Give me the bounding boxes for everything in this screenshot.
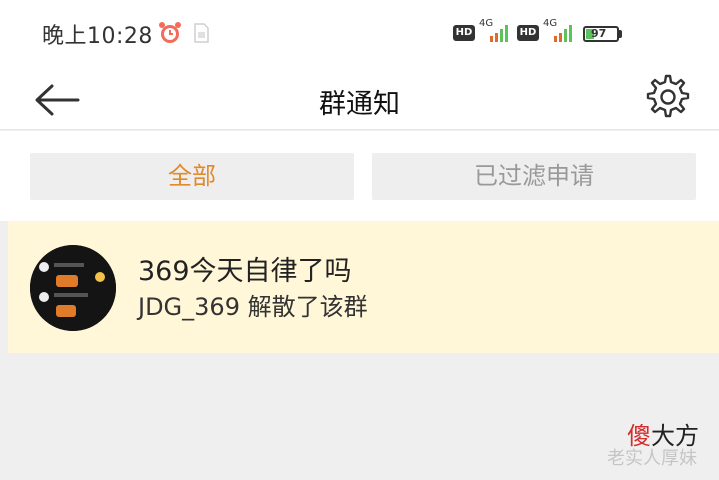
- status-bar: 晚上10:28 HD 4G HD 4G 97: [0, 0, 719, 70]
- group-name: 369今天自律了吗: [138, 256, 352, 287]
- battery-level: 97: [591, 27, 607, 40]
- avatar: [30, 245, 116, 331]
- page-title: 群通知: [319, 89, 400, 120]
- tab-all[interactable]: 全部: [30, 153, 354, 200]
- list-item[interactable]: 369今天自律了吗 JDG_369 解散了该群: [8, 221, 719, 353]
- battery-icon: 97: [583, 26, 619, 42]
- filter-bar: 全部 已过滤申请: [0, 131, 719, 221]
- status-time: 晚上10:28: [42, 24, 153, 49]
- tab-filtered-requests[interactable]: 已过滤申请: [372, 153, 696, 200]
- battery-tip: [619, 30, 622, 38]
- signal-icon: [554, 25, 572, 42]
- signal-icon: [490, 25, 508, 42]
- hd-badge: HD: [453, 25, 475, 41]
- notice-description: JDG_369 解散了该群: [138, 293, 368, 321]
- gear-icon[interactable]: [645, 74, 691, 120]
- sim-icon: [194, 23, 209, 43]
- watermark-sub: 老实人厚妹: [607, 448, 697, 469]
- alarm-icon: [159, 22, 181, 43]
- nav-bar: 群通知: [0, 70, 719, 130]
- watermark: 傻大方 老实人厚妹: [589, 416, 699, 469]
- hd-badge: HD: [517, 25, 539, 41]
